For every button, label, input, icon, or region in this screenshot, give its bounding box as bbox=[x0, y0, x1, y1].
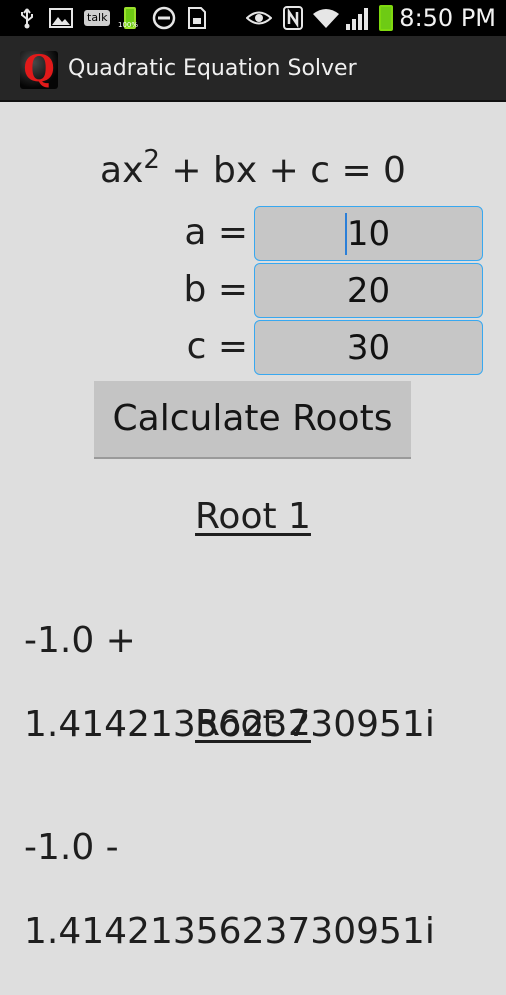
app-logo-icon[interactable]: Q bbox=[20, 50, 58, 89]
root-2-value-line2: 1.4142135623730951i bbox=[24, 911, 435, 952]
label-b: b = bbox=[183, 269, 248, 310]
signal-icon bbox=[346, 8, 368, 30]
do-not-disturb-icon bbox=[151, 6, 177, 30]
root-2-heading: Root 2 bbox=[195, 703, 311, 744]
input-a-value: 10 bbox=[346, 214, 391, 254]
wifi-icon bbox=[312, 6, 340, 30]
equation-exponent: 2 bbox=[143, 145, 160, 175]
label-a: a = bbox=[184, 212, 248, 253]
talk-icon: talk bbox=[84, 10, 111, 26]
image-icon bbox=[48, 6, 74, 30]
app-title: Quadratic Equation Solver bbox=[68, 56, 357, 81]
root-2-value-line1: -1.0 - bbox=[24, 827, 119, 868]
input-b[interactable]: 20 bbox=[254, 263, 483, 318]
equation-prefix: ax bbox=[100, 150, 144, 191]
input-b-value: 20 bbox=[346, 271, 391, 311]
input-a[interactable]: 10 bbox=[254, 206, 483, 261]
equation-header: ax2 + bx + c = 0 bbox=[0, 147, 506, 191]
nfc-icon bbox=[282, 6, 304, 30]
clock: 8:50 PM bbox=[399, 4, 496, 32]
root-1-value: -1.0 + 1.4142135623730951i bbox=[24, 578, 494, 788]
action-bar: Q Quadratic Equation Solver bbox=[0, 36, 506, 102]
battery-icon bbox=[379, 5, 393, 31]
battery-percent: 100% bbox=[118, 21, 139, 29]
root-2-value: -1.0 - 1.4142135623730951i bbox=[24, 785, 494, 995]
calculate-roots-button[interactable]: Calculate Roots bbox=[94, 381, 411, 459]
input-c-value: 30 bbox=[346, 328, 391, 368]
sd-card-icon bbox=[186, 6, 208, 30]
root-1-value-line1: -1.0 + bbox=[24, 620, 136, 661]
label-c: c = bbox=[186, 326, 248, 367]
equation-suffix: + bx + c = 0 bbox=[159, 150, 406, 191]
usb-icon bbox=[18, 6, 36, 30]
eye-icon bbox=[246, 6, 272, 30]
status-bar: talk 100% 8:50 PM bbox=[0, 0, 506, 36]
root-1-heading: Root 1 bbox=[195, 496, 311, 537]
input-c[interactable]: 30 bbox=[254, 320, 483, 375]
